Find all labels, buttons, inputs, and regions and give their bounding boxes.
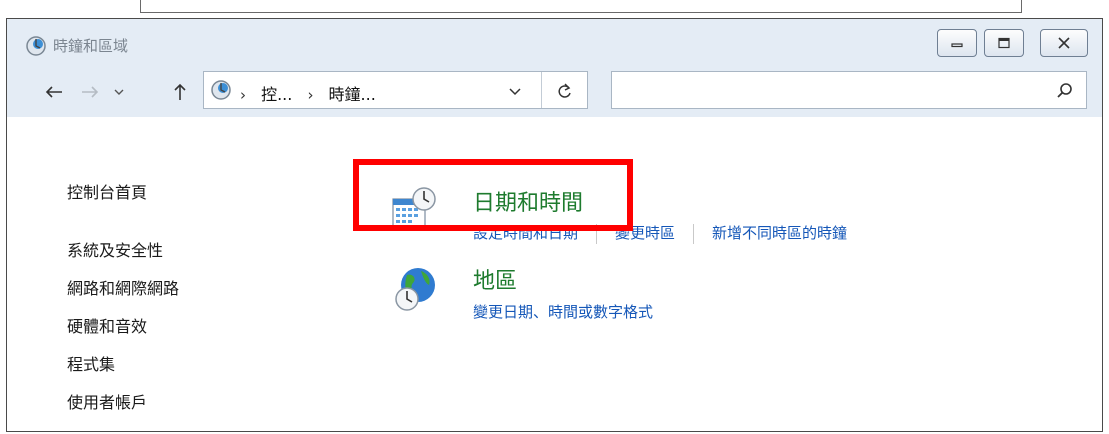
control-panel-window: 時鐘和區域 › 控... › 時鐘... 控制台首頁 系統及安全性 網路和網際網…	[6, 18, 1103, 432]
address-divider	[541, 72, 542, 108]
search-icon[interactable]	[1054, 80, 1076, 102]
sidebar-item-programs[interactable]: 程式集	[67, 351, 115, 375]
breadcrumb-clock-region[interactable]: 時鐘...	[329, 85, 376, 104]
chevron-down-icon	[509, 88, 521, 96]
sidebar-item-network-internet[interactable]: 網路和網際網路	[67, 275, 179, 299]
refresh-icon	[558, 83, 571, 98]
minimize-button[interactable]	[937, 29, 977, 57]
maximize-button[interactable]	[984, 29, 1024, 57]
category-links-region: 變更日期、時間或數字格式	[473, 301, 653, 322]
link-divider	[693, 223, 695, 244]
clock-region-icon	[211, 80, 231, 100]
up-button[interactable]	[167, 77, 193, 107]
content-pane: 控制台首頁 系統及安全性 網路和網際網路 硬體和音效 程式集 使用者帳戶 日期和…	[7, 117, 1102, 431]
breadcrumb: › 控... › 時鐘...	[240, 81, 386, 105]
globe-clock-icon	[395, 268, 435, 311]
search-box[interactable]	[611, 71, 1087, 109]
recent-locations-button[interactable]	[109, 77, 129, 107]
back-button[interactable]	[41, 77, 67, 107]
category-title-region[interactable]: 地區	[473, 263, 517, 295]
sidebar-item-system-security[interactable]: 系統及安全性	[67, 237, 163, 261]
minimize-icon	[951, 43, 963, 48]
title-bar: 時鐘和區域	[7, 19, 1102, 67]
forward-arrow-icon	[82, 86, 99, 98]
up-arrow-icon	[174, 83, 186, 100]
address-bar[interactable]: › 控... › 時鐘...	[203, 71, 588, 109]
breadcrumb-separator: ›	[307, 86, 314, 104]
close-icon	[1058, 37, 1070, 49]
sidebar-item-user-accounts[interactable]: 使用者帳戶	[67, 389, 147, 413]
link-change-formats[interactable]: 變更日期、時間或數字格式	[473, 303, 653, 321]
address-dropdown-button[interactable]	[504, 81, 526, 101]
sidebar-item-hardware-sound[interactable]: 硬體和音效	[67, 313, 147, 337]
maximize-icon	[998, 37, 1010, 49]
sidebar-item-control-panel-home[interactable]: 控制台首頁	[67, 179, 147, 203]
background-window-edge	[0, 0, 1109, 18]
breadcrumb-control-panel[interactable]: 控...	[261, 85, 292, 104]
background-window-frame	[140, 0, 1022, 13]
red-highlight-box	[353, 159, 633, 231]
forward-button[interactable]	[77, 77, 103, 107]
back-arrow-icon	[45, 86, 62, 98]
search-input[interactable]	[618, 78, 1042, 104]
clock-region-icon	[26, 36, 46, 56]
window-title: 時鐘和區域	[53, 37, 129, 55]
breadcrumb-separator: ›	[240, 86, 246, 104]
close-button[interactable]	[1040, 29, 1088, 57]
refresh-button[interactable]	[550, 79, 580, 103]
link-add-clocks[interactable]: 新增不同時區的時鐘	[712, 224, 847, 242]
chevron-down-icon	[114, 89, 124, 95]
